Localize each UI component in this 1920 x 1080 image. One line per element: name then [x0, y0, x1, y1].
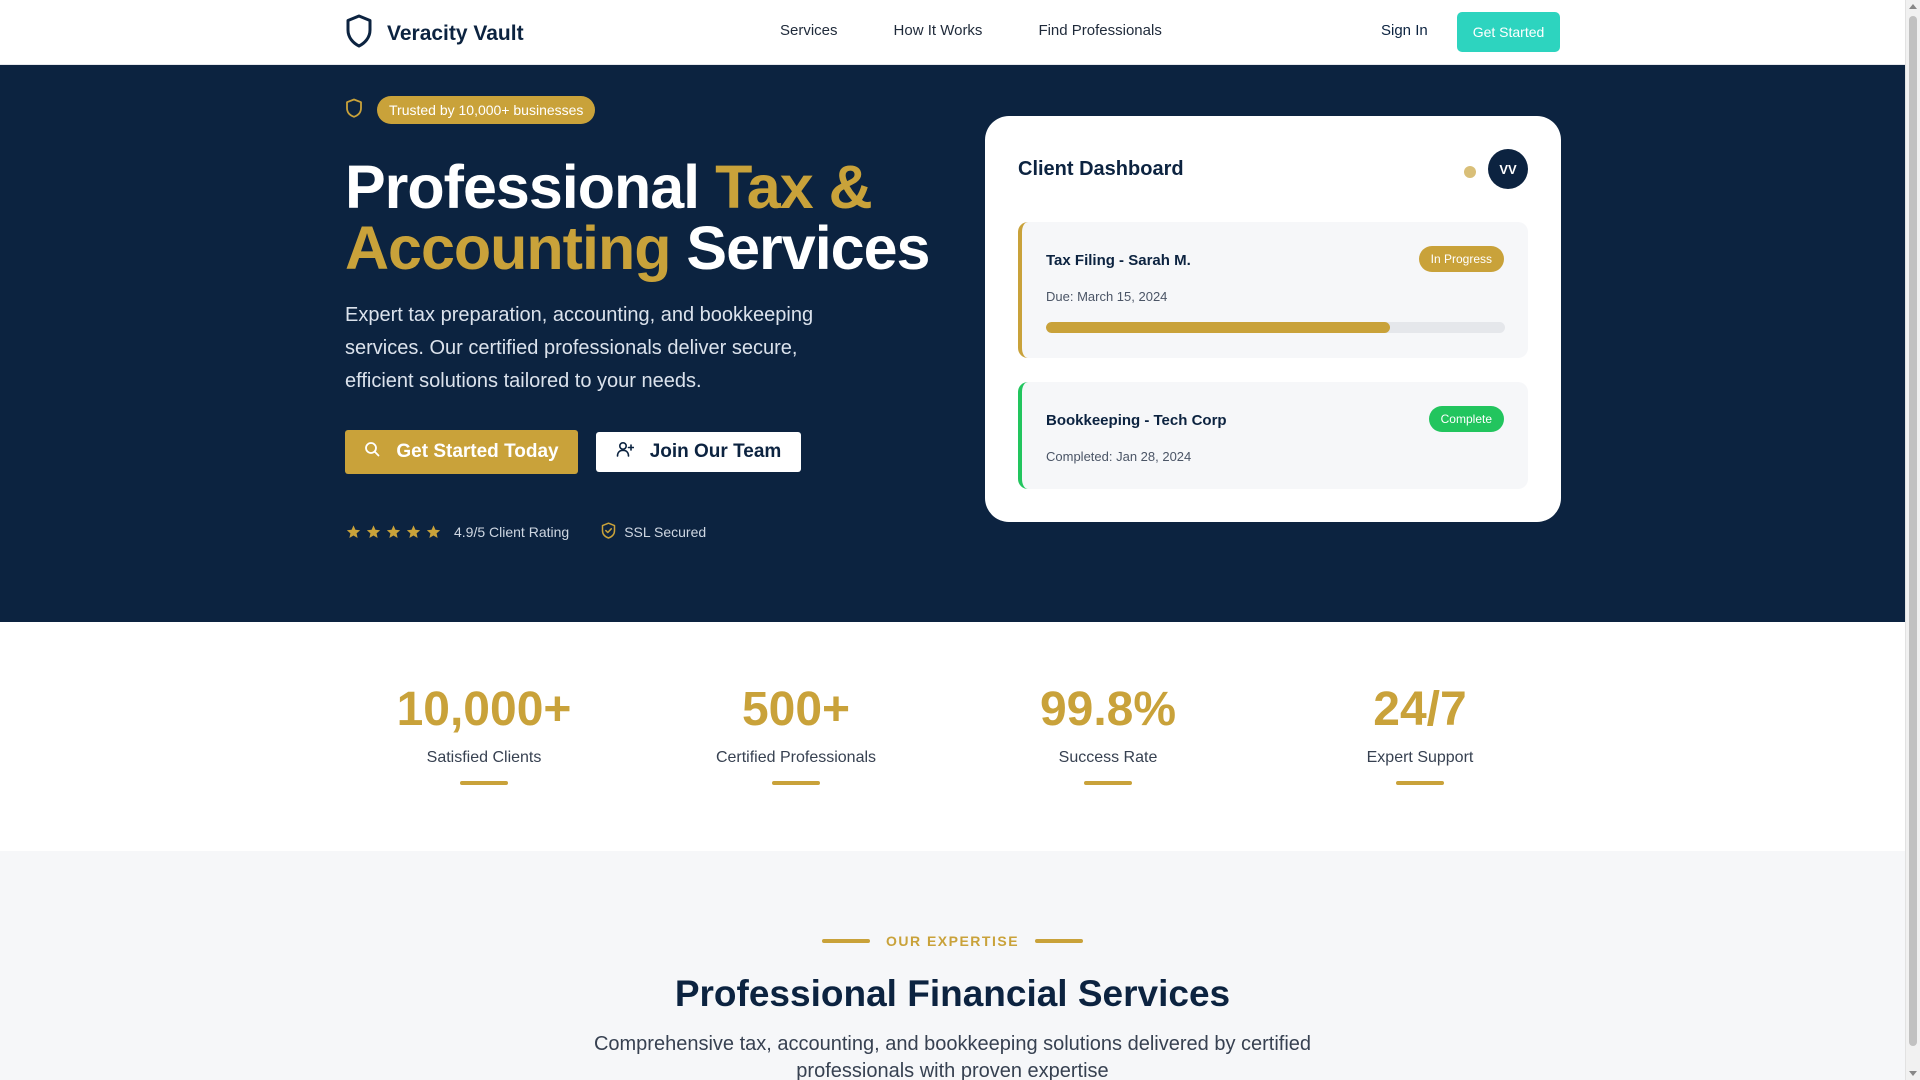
scroll-up-arrow[interactable] — [1909, 4, 1917, 9]
stat-label: Expert Support — [1366, 749, 1474, 766]
progress-bar-fill — [1046, 322, 1391, 333]
page-scrollbar[interactable] — [1905, 0, 1920, 1080]
task-card[interactable]: Tax Filing - Sarah M. In Progress Due: M… — [1018, 222, 1528, 358]
join-our-team-label: Join Our Team — [649, 441, 782, 462]
stat-value: 10,000+ — [396, 683, 572, 736]
hero-title-part1: Professional — [345, 153, 716, 221]
services-subtitle: Comprehensive tax, accounting, and bookk… — [593, 1033, 1312, 1080]
status-badge: In Progress — [1418, 246, 1504, 272]
stat-expert-support: 24/7 Expert Support — [1270, 682, 1570, 785]
scroll-thumb[interactable] — [1909, 16, 1917, 1046]
get-started-today-button[interactable]: Get Started Today — [345, 430, 578, 474]
status-dot — [1464, 166, 1476, 178]
stat-label: Success Rate — [1058, 749, 1158, 766]
nav-link-find-professionals[interactable]: Find Professionals — [1038, 22, 1161, 39]
stat-success-rate: 99.8% Success Rate — [958, 682, 1258, 785]
user-plus-icon — [616, 441, 634, 463]
stat-underline — [772, 781, 820, 785]
rating-text: 4.9/5 Client Rating — [454, 524, 570, 540]
brand-logo[interactable]: Veracity Vault — [345, 14, 524, 53]
eyebrow-line — [821, 939, 870, 943]
scroll-down-arrow[interactable] — [1909, 1071, 1917, 1076]
eyebrow-line — [1035, 939, 1084, 943]
task-card[interactable]: Bookkeeping - Tech Corp Complete Complet… — [1018, 382, 1528, 489]
hero-subtitle: Expert tax preparation, accounting, and … — [345, 304, 814, 392]
stat-underline — [1084, 781, 1132, 785]
star-icon — [366, 525, 381, 538]
shield-check-icon — [601, 522, 616, 542]
ssl-text: SSL Secured — [624, 524, 707, 540]
task-date: Completed: Jan 28, 2024 — [1046, 449, 1192, 464]
eyebrow-text: OUR EXPERTISE — [885, 933, 1020, 949]
hero-title-part2: Services — [670, 214, 930, 282]
task-name: Bookkeeping - Tech Corp — [1046, 412, 1227, 429]
trust-badge: Trusted by 10,000+ businesses — [377, 96, 596, 124]
rating-stars — [345, 524, 442, 540]
stat-value: 24/7 — [1373, 683, 1467, 736]
task-date: Due: March 15, 2024 — [1046, 289, 1168, 304]
star-icon — [346, 525, 361, 538]
stat-underline — [460, 781, 508, 785]
hero-section: Trusted by 10,000+ businesses Profession… — [0, 65, 1905, 622]
dashboard-title: Client Dashboard — [1018, 158, 1184, 180]
stat-value: 500+ — [741, 683, 851, 736]
stat-certified-professionals: 500+ Certified Professionals — [646, 682, 946, 785]
hero-title-gold2: Accounting — [345, 214, 671, 282]
progress-bar — [1046, 322, 1505, 333]
brand-name: Veracity Vault — [387, 21, 524, 45]
join-our-team-button[interactable]: Join Our Team — [596, 432, 801, 472]
hero-title-gold1: Tax & — [715, 153, 873, 221]
section-eyebrow: OUR EXPERTISE — [0, 933, 1905, 949]
stat-underline — [1396, 781, 1444, 785]
shield-icon — [345, 98, 363, 123]
star-icon — [406, 525, 421, 538]
get-started-button[interactable]: Get Started — [1457, 12, 1560, 52]
services-section: OUR EXPERTISE Professional Financial Ser… — [0, 851, 1905, 1080]
stat-label: Satisfied Clients — [426, 749, 542, 766]
status-badge: Complete — [1428, 406, 1504, 432]
nav-link-services[interactable]: Services — [780, 22, 838, 39]
task-name: Tax Filing - Sarah M. — [1046, 252, 1191, 269]
nav-link-how-it-works[interactable]: How It Works — [894, 22, 983, 39]
client-dashboard-card: Client Dashboard VV Tax Filing - Sarah M… — [985, 116, 1561, 522]
stat-label: Certified Professionals — [715, 749, 877, 766]
hero-meta: 4.9/5 Client Rating SSL Secured — [345, 522, 706, 542]
hero-title: Professional Tax & Accounting Services — [345, 157, 965, 279]
stats-section: 10,000+ Satisfied Clients 500+ Certified… — [0, 622, 1905, 851]
ssl-badge: SSL Secured — [601, 522, 706, 542]
star-icon — [386, 525, 401, 538]
get-started-today-label: Get Started Today — [396, 441, 559, 462]
shield-icon — [345, 14, 373, 53]
search-icon — [364, 441, 380, 463]
stat-satisfied-clients: 10,000+ Satisfied Clients — [334, 682, 634, 785]
sign-in-link[interactable]: Sign In — [1381, 22, 1428, 39]
services-title: Professional Financial Services — [674, 973, 1231, 1014]
avatar[interactable]: VV — [1488, 149, 1528, 189]
stat-value: 99.8% — [1039, 683, 1177, 736]
nav-links: Services How It Works Find Professionals — [780, 22, 1162, 39]
star-icon — [426, 525, 441, 538]
top-nav: Veracity Vault Services How It Works Fin… — [0, 0, 1905, 65]
trust-row: Trusted by 10,000+ businesses — [345, 96, 596, 124]
